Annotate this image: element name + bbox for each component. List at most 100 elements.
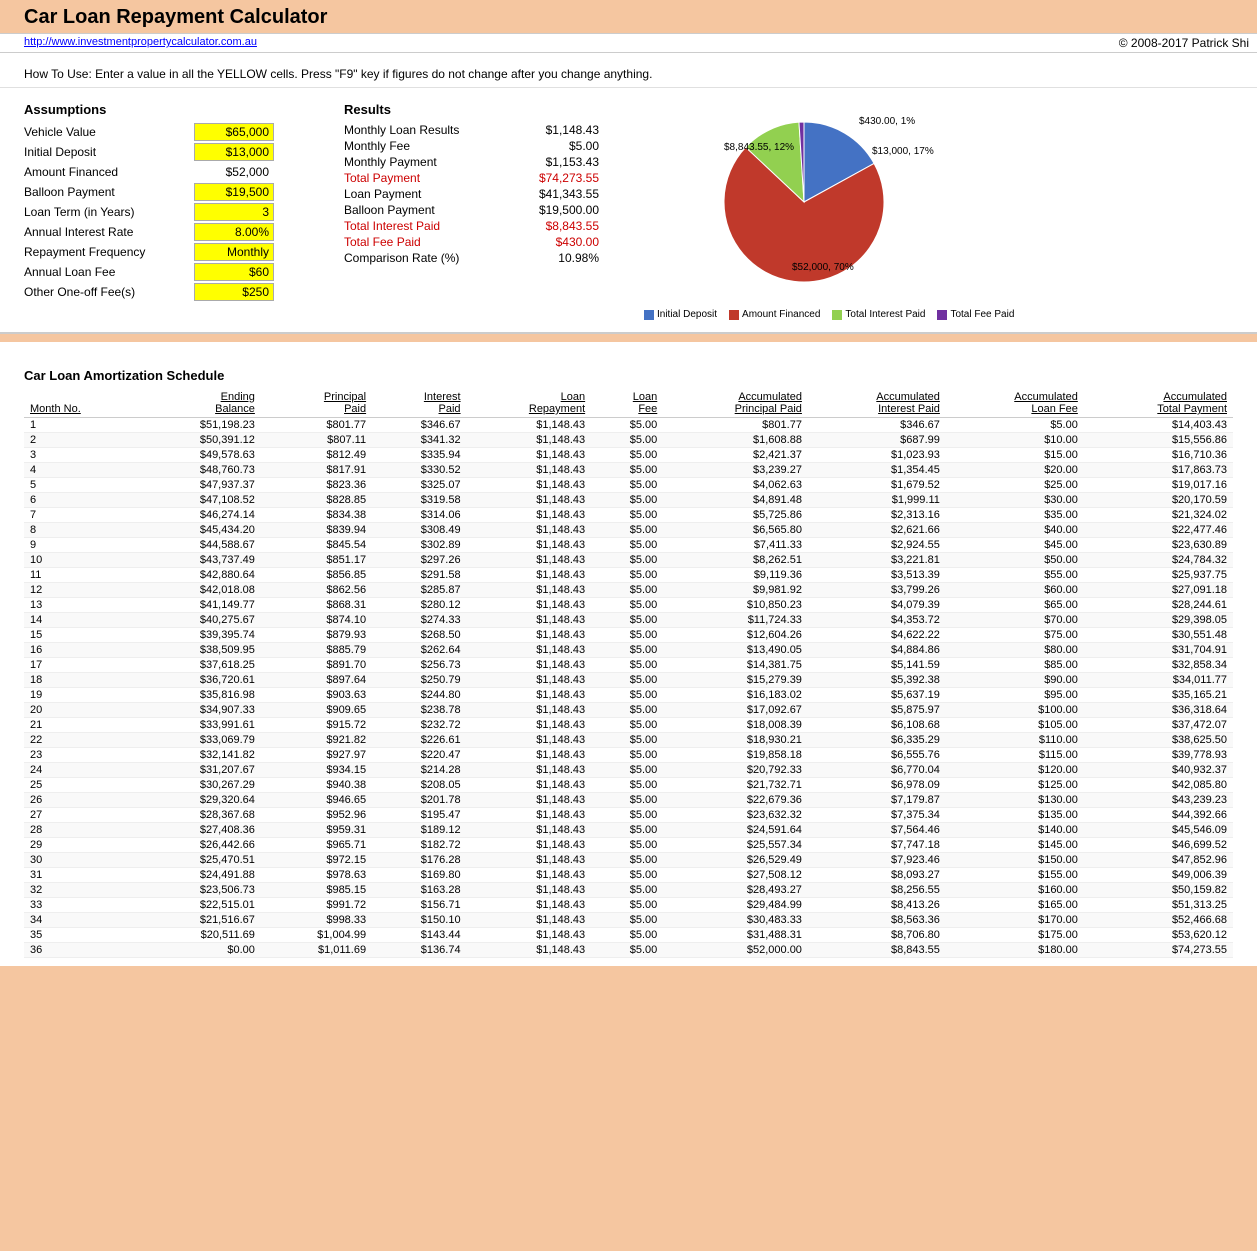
cell-col1: $42,880.64 (139, 568, 261, 583)
cell-col7: $7,179.87 (808, 793, 946, 808)
cell-col8: $180.00 (946, 943, 1084, 958)
cell-col1: $42,018.08 (139, 583, 261, 598)
table-row: 10$43,737.49$851.17$297.26$1,148.43$5.00… (24, 553, 1233, 568)
cell-col1: $40,275.67 (139, 613, 261, 628)
cell-col9: $40,932.37 (1084, 763, 1233, 778)
cell-col4: $1,148.43 (467, 763, 592, 778)
cell-col2: $972.15 (261, 853, 372, 868)
cell-col6: $19,858.18 (663, 748, 808, 763)
cell-col9: $17,863.73 (1084, 463, 1233, 478)
result-row: Monthly Payment $1,153.43 (344, 155, 624, 169)
cell-col6: $5,725.86 (663, 508, 808, 523)
cell-col0: 14 (24, 613, 139, 628)
cell-col7: $6,978.09 (808, 778, 946, 793)
cell-col4: $1,148.43 (467, 838, 592, 853)
cell-col6: $9,981.92 (663, 583, 808, 598)
cell-col9: $37,472.07 (1084, 718, 1233, 733)
assumption-value[interactable]: $65,000 (194, 123, 274, 141)
assumption-row: Balloon Payment $19,500 (24, 183, 324, 201)
cell-col0: 16 (24, 643, 139, 658)
cell-col7: $6,555.76 (808, 748, 946, 763)
cell-col9: $43,239.23 (1084, 793, 1233, 808)
cell-col3: $244.80 (372, 688, 466, 703)
cell-col6: $22,679.36 (663, 793, 808, 808)
cell-col5: $5.00 (591, 898, 663, 913)
table-row: 4$48,760.73$817.91$330.52$1,148.43$5.00$… (24, 463, 1233, 478)
cell-col7: $3,513.39 (808, 568, 946, 583)
cell-col1: $25,470.51 (139, 853, 261, 868)
table-row: 9$44,588.67$845.54$302.89$1,148.43$5.00$… (24, 538, 1233, 553)
cell-col1: $39,395.74 (139, 628, 261, 643)
cell-col0: 10 (24, 553, 139, 568)
cell-col7: $5,392.38 (808, 673, 946, 688)
table-row: 11$42,880.64$856.85$291.58$1,148.43$5.00… (24, 568, 1233, 583)
cell-col3: $302.89 (372, 538, 466, 553)
cell-col8: $80.00 (946, 643, 1084, 658)
cell-col0: 30 (24, 853, 139, 868)
cell-col5: $5.00 (591, 823, 663, 838)
cell-col1: $21,516.67 (139, 913, 261, 928)
cell-col3: $250.79 (372, 673, 466, 688)
cell-col1: $26,442.66 (139, 838, 261, 853)
cell-col5: $5.00 (591, 868, 663, 883)
cell-col2: $839.94 (261, 523, 372, 538)
website-link[interactable]: http://www.investmentpropertycalculator.… (24, 36, 257, 50)
assumption-value[interactable]: $13,000 (194, 143, 274, 161)
cell-col7: $5,875.97 (808, 703, 946, 718)
assumption-value[interactable]: 3 (194, 203, 274, 221)
cell-col3: $156.71 (372, 898, 466, 913)
cell-col7: $687.99 (808, 433, 946, 448)
table-row: 13$41,149.77$868.31$280.12$1,148.43$5.00… (24, 598, 1233, 613)
cell-col1: $0.00 (139, 943, 261, 958)
assumption-value[interactable]: $19,500 (194, 183, 274, 201)
cell-col6: $28,493.27 (663, 883, 808, 898)
page-title: Car Loan Repayment Calculator (24, 6, 1249, 29)
cell-col8: $130.00 (946, 793, 1084, 808)
cell-col5: $5.00 (591, 568, 663, 583)
cell-col8: $20.00 (946, 463, 1084, 478)
results-rows: Monthly Loan Results $1,148.43 Monthly F… (344, 123, 624, 265)
cell-col8: $45.00 (946, 538, 1084, 553)
table-row: 2$50,391.12$807.11$341.32$1,148.43$5.00$… (24, 433, 1233, 448)
assumption-value[interactable]: 8.00% (194, 223, 274, 241)
cell-col8: $65.00 (946, 598, 1084, 613)
cell-col1: $32,141.82 (139, 748, 261, 763)
cell-col5: $5.00 (591, 628, 663, 643)
title-section: Car Loan Repayment Calculator (0, 0, 1257, 33)
cell-col3: $330.52 (372, 463, 466, 478)
cell-col6: $26,529.49 (663, 853, 808, 868)
assumption-value[interactable]: Monthly (194, 243, 274, 261)
assumption-value[interactable]: $60 (194, 263, 274, 281)
results-block: Results Monthly Loan Results $1,148.43 M… (344, 102, 624, 320)
table-row: 33$22,515.01$991.72$156.71$1,148.43$5.00… (24, 898, 1233, 913)
cell-col0: 9 (24, 538, 139, 553)
cell-col8: $40.00 (946, 523, 1084, 538)
cell-col3: $291.58 (372, 568, 466, 583)
cell-col8: $125.00 (946, 778, 1084, 793)
cell-col6: $30,483.33 (663, 913, 808, 928)
cell-col0: 1 (24, 418, 139, 433)
cell-col1: $36,720.61 (139, 673, 261, 688)
assumption-value[interactable]: $250 (194, 283, 274, 301)
assumptions-rows: Vehicle Value $65,000 Initial Deposit $1… (24, 123, 324, 301)
cell-col1: $49,578.63 (139, 448, 261, 463)
legend-dot (937, 310, 947, 320)
cell-col8: $90.00 (946, 673, 1084, 688)
cell-col5: $5.00 (591, 613, 663, 628)
cell-col4: $1,148.43 (467, 868, 592, 883)
cell-col9: $20,170.59 (1084, 493, 1233, 508)
cell-col5: $5.00 (591, 883, 663, 898)
table-row: 21$33,991.61$915.72$232.72$1,148.43$5.00… (24, 718, 1233, 733)
cell-col1: $23,506.73 (139, 883, 261, 898)
cell-col0: 8 (24, 523, 139, 538)
cell-col0: 18 (24, 673, 139, 688)
howto-text: How To Use: Enter a value in all the YEL… (24, 67, 652, 81)
cell-col2: $897.64 (261, 673, 372, 688)
cell-col7: $2,621.66 (808, 523, 946, 538)
cell-col1: $34,907.33 (139, 703, 261, 718)
cell-col8: $60.00 (946, 583, 1084, 598)
cell-col0: 6 (24, 493, 139, 508)
table-row: 12$42,018.08$862.56$285.87$1,148.43$5.00… (24, 583, 1233, 598)
cell-col2: $1,011.69 (261, 943, 372, 958)
cell-col4: $1,148.43 (467, 808, 592, 823)
